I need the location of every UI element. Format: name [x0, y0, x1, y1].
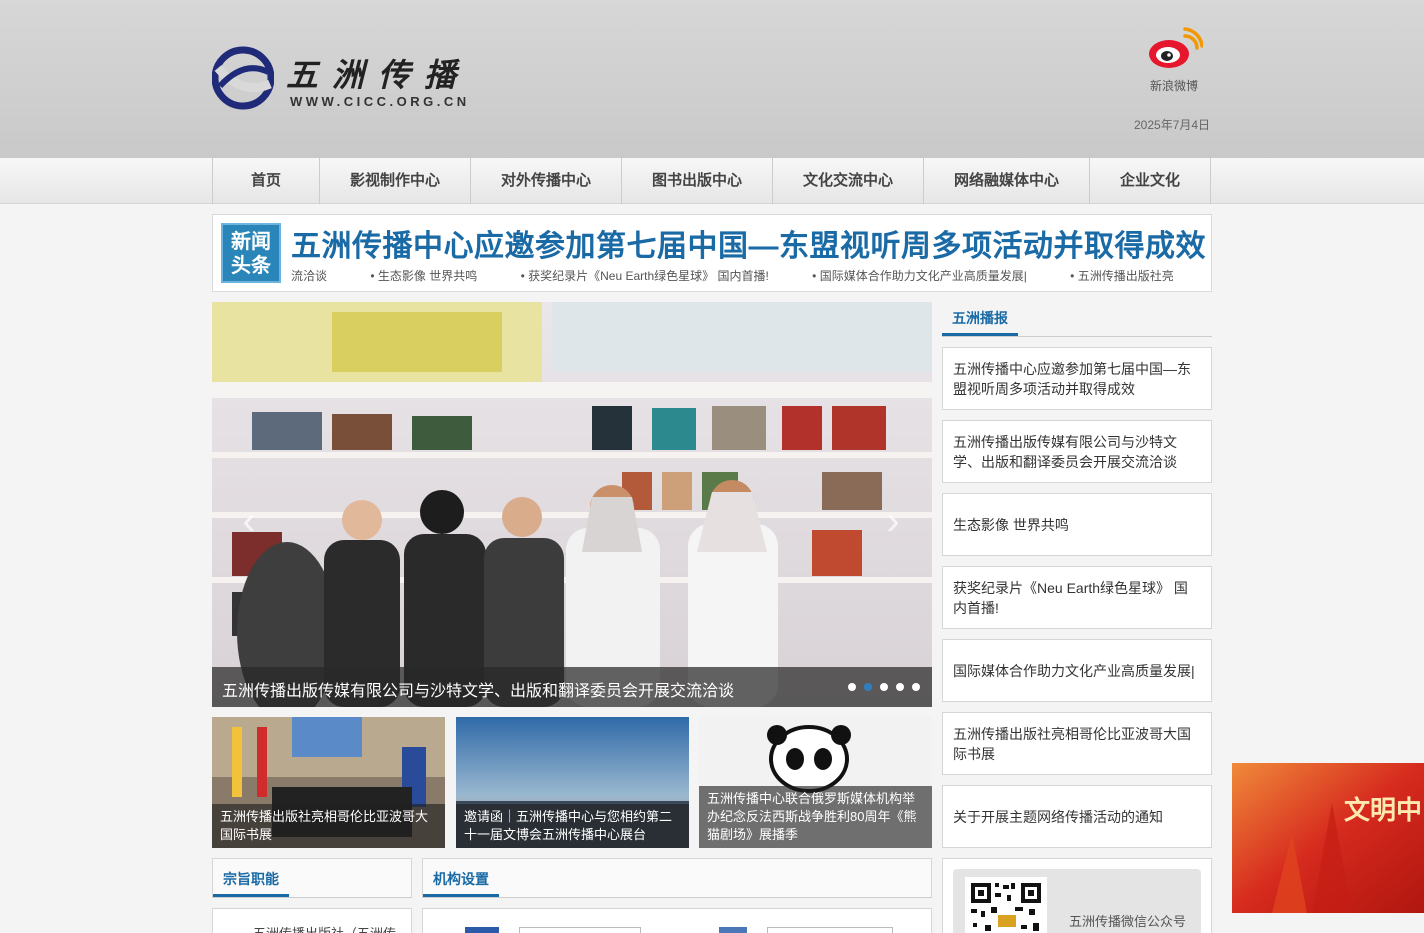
badge-line-2: 头条 — [231, 253, 271, 277]
sidebar-header: 五洲播报 — [942, 302, 1212, 337]
nav-item-film-center[interactable]: 影视制作中心 — [320, 158, 471, 204]
org-section-header: 机构设置 — [422, 858, 932, 898]
main-nav: 首页 影视制作中心 对外传播中心 图书出版中心 文化交流中心 网络融媒体中心 企… — [212, 158, 1211, 204]
ticker-item[interactable]: • 获奖纪录片《Neu Earth绿色星球》 国内首播! — [521, 269, 769, 283]
org-book-icon — [465, 927, 499, 933]
ticker-item[interactable]: • 五洲传播出版社亮 — [1070, 269, 1174, 283]
nav-item-publishing-center[interactable]: 图书出版中心 — [622, 158, 773, 204]
site-logo[interactable]: 五洲传播 WWW.CICC.ORG.CN — [212, 44, 502, 114]
sidebar-news-item[interactable]: 生态影像 世界共鸣 — [942, 493, 1212, 556]
slide-caption[interactable]: 五洲传播出版传媒有限公司与沙特文学、出版和翻译委员会开展交流洽谈 — [222, 677, 734, 701]
ticker-item[interactable]: • 生态影像 世界共鸣 — [370, 269, 477, 283]
news-thumbnail[interactable]: 五洲传播中心联合俄罗斯媒体机构举办纪念反法西斯战争胜利80周年《熊猫剧场》展播季 — [699, 717, 932, 848]
sidebar-heading[interactable]: 五洲播报 — [942, 302, 1018, 336]
mission-snippet: 五洲传播出版社（五洲传 — [253, 923, 396, 933]
org-camera-icon — [719, 927, 747, 933]
weibo-link[interactable]: 新浪微博 — [1142, 26, 1206, 94]
nav-item-corporate-culture[interactable]: 企业文化 — [1090, 158, 1211, 204]
floating-ad-banner[interactable]: 文明中 — [1232, 763, 1424, 913]
mission-section-header: 宗旨职能 — [212, 858, 412, 898]
weibo-icon — [1149, 27, 1204, 68]
sidebar-news-item[interactable]: 五洲传播出版社亮相哥伦比亚波哥大国际书展 — [942, 712, 1212, 775]
logo-url: WWW.CICC.ORG.CN — [290, 94, 470, 109]
mission-heading[interactable]: 宗旨职能 — [213, 859, 289, 897]
thumbnail-caption: 五洲传播出版社亮相哥伦比亚波哥大国际书展 — [212, 804, 445, 848]
badge-line-1: 新闻 — [231, 229, 271, 253]
org-card[interactable] — [519, 927, 641, 933]
headline-box: 新闻 头条 五洲传播中心应邀参加第七届中国—东盟视听周多项活动并取得成效 流洽谈… — [212, 214, 1212, 292]
nav-item-culture-exchange-center[interactable]: 文化交流中心 — [773, 158, 924, 204]
thumbnail-caption: 五洲传播中心联合俄罗斯媒体机构举办纪念反法西斯战争胜利80周年《熊猫剧场》展播季 — [699, 786, 932, 848]
thumbnail-caption: 邀请函｜五洲传播中心与您相约第二十一届文博会五洲传播中心展台 — [456, 804, 689, 848]
mission-section-body: 五洲传播出版社（五洲传 — [212, 908, 412, 933]
slider-dots — [848, 683, 920, 691]
logo-title: 五洲传播 — [286, 56, 471, 94]
slider-prev-arrow[interactable]: ‹ — [234, 498, 264, 544]
slider-dot-active[interactable] — [864, 683, 872, 691]
slider-next-arrow[interactable]: › — [878, 498, 908, 544]
slide-photo — [212, 302, 932, 707]
wechat-label: 五洲传播微信公众号 — [1069, 914, 1187, 929]
nav-item-home[interactable]: 首页 — [213, 158, 320, 204]
weibo-label: 新浪微博 — [1149, 79, 1198, 93]
cicc-logo-icon — [212, 46, 274, 110]
ad-image: 文明中 — [1232, 763, 1424, 913]
slider-dot[interactable] — [912, 683, 920, 691]
ad-text: 文明中 — [1344, 795, 1422, 826]
slide-caption-bar: 五洲传播出版传媒有限公司与沙特文学、出版和翻译委员会开展交流洽谈 — [212, 667, 932, 707]
sidebar-news-item[interactable]: 国际媒体合作助力文化产业高质量发展| — [942, 639, 1212, 702]
org-section-body — [422, 908, 932, 933]
slider-dot[interactable] — [896, 683, 904, 691]
nav-item-media-center[interactable]: 网络融媒体中心 — [924, 158, 1090, 204]
wechat-panel: 五洲传播微信公众号 — [953, 869, 1201, 933]
wechat-qr-code-icon[interactable] — [965, 877, 1047, 933]
sidebar-news-item[interactable]: 获奖纪录片《Neu Earth绿色星球》 国内首播! — [942, 566, 1212, 629]
wechat-box: 五洲传播微信公众号 — [942, 858, 1212, 933]
news-thumbnail[interactable]: 邀请函｜五洲传播中心与您相约第二十一届文博会五洲传播中心展台 — [456, 717, 689, 848]
nav-item-communication-center[interactable]: 对外传播中心 — [471, 158, 622, 204]
ticker-item[interactable]: 流洽谈 — [291, 269, 327, 283]
featured-slider[interactable]: ‹ › 五洲传播出版传媒有限公司与沙特文学、出版和翻译委员会开展交流洽谈 — [212, 302, 932, 707]
headline-ticker: 流洽谈 • 生态影像 世界共鸣 • 获奖纪录片《Neu Earth绿色星球》 国… — [291, 267, 1203, 285]
org-heading[interactable]: 机构设置 — [423, 859, 499, 897]
slider-dot[interactable] — [880, 683, 888, 691]
site-header: 五洲传播 WWW.CICC.ORG.CN 新浪微博 2025年7月4日 — [0, 0, 1424, 158]
slider-dot[interactable] — [848, 683, 856, 691]
news-thumbnail[interactable]: 五洲传播出版社亮相哥伦比亚波哥大国际书展 — [212, 717, 445, 848]
sidebar-news-item[interactable]: 五洲传播出版传媒有限公司与沙特文学、出版和翻译委员会开展交流洽谈 — [942, 420, 1212, 483]
current-date: 2025年7月4日 — [1134, 118, 1211, 132]
sidebar-news-item[interactable]: 五洲传播中心应邀参加第七届中国—东盟视听周多项活动并取得成效 — [942, 347, 1212, 410]
headline-badge: 新闻 头条 — [221, 223, 281, 283]
org-card[interactable] — [767, 927, 893, 933]
ticker-item[interactable]: • 国际媒体合作助力文化产业高质量发展| — [812, 269, 1027, 283]
sidebar-news-item[interactable]: 关于开展主题网络传播活动的通知 — [942, 785, 1212, 848]
headline-title[interactable]: 五洲传播中心应邀参加第七届中国—东盟视听周多项活动并取得成效 — [291, 221, 1206, 265]
